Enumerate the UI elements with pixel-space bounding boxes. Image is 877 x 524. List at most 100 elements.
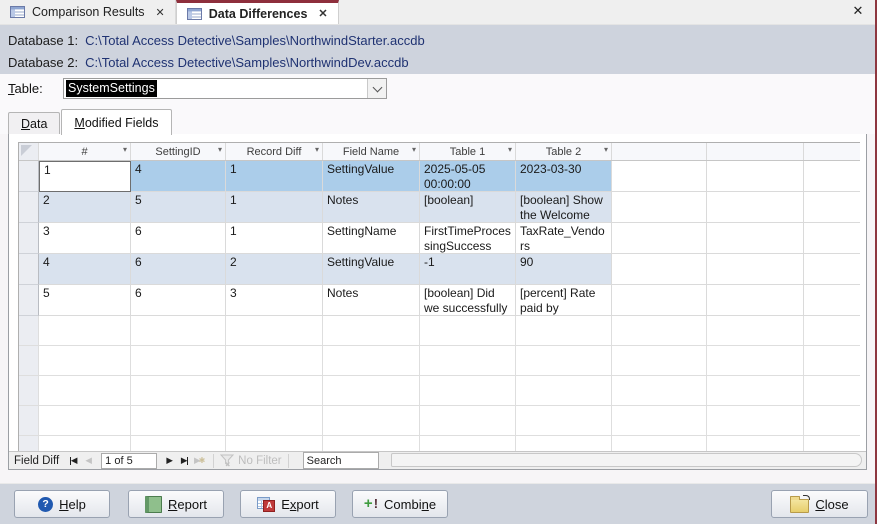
bottom-button-bar: ? Help Report A Export +! Combine Close — [0, 483, 875, 524]
next-record-button[interactable]: ▶ — [162, 455, 177, 466]
column-header-empty — [612, 143, 707, 160]
filter-funnel-icon — [220, 454, 234, 467]
empty-grid-row — [19, 316, 860, 346]
grid-cell-empty — [707, 223, 804, 254]
grid-cell[interactable]: 2 — [39, 192, 131, 223]
view-tab-strip: Data Modified Fields — [0, 106, 875, 134]
row-selector[interactable] — [19, 285, 39, 316]
grid-cell[interactable]: 2025-05-05 00:00:00 — [420, 161, 516, 192]
search-input[interactable] — [303, 452, 379, 469]
tab-modified-fields[interactable]: Modified Fields — [61, 109, 171, 135]
table-selector-row: Table: SystemSettings — [0, 74, 875, 106]
column-header-fieldname[interactable]: Field Name▾ — [323, 143, 420, 160]
grid-cell-empty — [707, 254, 804, 285]
divider — [288, 454, 289, 468]
row-selector[interactable] — [19, 161, 39, 192]
grid-cell[interactable]: -1 — [420, 254, 516, 285]
grid-cell[interactable]: 5 — [131, 192, 226, 223]
column-header-recorddiff[interactable]: Record Diff▾ — [226, 143, 323, 160]
grid-cell[interactable]: SettingName — [323, 223, 420, 254]
tab-data[interactable]: Data — [8, 112, 60, 134]
grid-row-5: 5 6 3 Notes [boolean] Did we successfull… — [19, 285, 860, 316]
grid-cell[interactable]: FirstTimeProcessingSuccess — [420, 223, 516, 254]
tab-comparison-results[interactable]: Comparison Results ✕ — [0, 0, 176, 24]
grid-cell-empty — [804, 285, 860, 316]
combine-button[interactable]: +! Combine — [352, 490, 448, 518]
close-folder-icon — [790, 499, 809, 513]
grid-cell[interactable]: [percent] Rate paid by — [516, 285, 612, 316]
grid-cell[interactable]: SettingValue — [323, 161, 420, 192]
report-button[interactable]: Report — [128, 490, 224, 518]
column-header-number[interactable]: #▾ — [39, 143, 131, 160]
corner-triangle-icon — [21, 145, 32, 156]
datasheet: #▾ SettingID▾ Record Diff▾ Field Name▾ T… — [18, 142, 860, 451]
filter-dropdown-icon[interactable]: ▾ — [412, 145, 416, 154]
tab-close-icon[interactable]: ✕ — [318, 7, 327, 20]
close-button[interactable]: Close — [771, 490, 868, 518]
filter-dropdown-icon[interactable]: ▾ — [604, 145, 608, 154]
horizontal-scrollbar[interactable] — [391, 453, 862, 467]
datasheet-icon — [10, 6, 25, 18]
last-record-button[interactable]: ▶ — [177, 455, 192, 466]
select-all-corner[interactable] — [19, 143, 39, 160]
grid-cell[interactable]: 3 — [226, 285, 323, 316]
database-info-panel: Database 1:C:\Total Access Detective\Sam… — [0, 25, 875, 74]
filter-dropdown-icon[interactable]: ▾ — [508, 145, 512, 154]
grid-cell[interactable]: [boolean] Did we successfully — [420, 285, 516, 316]
grid-cell[interactable]: 5 — [39, 285, 131, 316]
grid-cell-empty — [612, 285, 707, 316]
grid-cell[interactable]: 2 — [226, 254, 323, 285]
grid-cell[interactable]: [boolean] — [420, 192, 516, 223]
grid-cell[interactable]: 1 — [39, 161, 131, 192]
record-position-box[interactable]: 1 of 5 — [101, 453, 157, 469]
grid-cell[interactable]: TaxRate_Vendors — [516, 223, 612, 254]
grid-cell[interactable]: Notes — [323, 285, 420, 316]
filter-dropdown-icon[interactable]: ▾ — [218, 145, 222, 154]
first-record-button[interactable]: ◀ — [66, 455, 81, 466]
table-combobox[interactable]: SystemSettings — [63, 78, 387, 99]
grid-cell[interactable]: [boolean] Show the Welcome — [516, 192, 612, 223]
grid-cell[interactable]: 1 — [226, 161, 323, 192]
filter-dropdown-icon[interactable]: ▾ — [315, 145, 319, 154]
datasheet-container: #▾ SettingID▾ Record Diff▾ Field Name▾ T… — [8, 133, 867, 470]
column-header-settingid[interactable]: SettingID▾ — [131, 143, 226, 160]
window-close-icon[interactable]: ✕ — [850, 3, 866, 19]
help-icon: ? — [38, 497, 53, 512]
grid-cell[interactable]: 3 — [39, 223, 131, 254]
row-selector[interactable] — [19, 254, 39, 285]
grid-cell[interactable]: 4 — [131, 161, 226, 192]
grid-cell[interactable]: 6 — [131, 285, 226, 316]
divider — [213, 454, 214, 468]
grid-cell[interactable]: 90 — [516, 254, 612, 285]
tab-label: Data Differences — [209, 7, 308, 21]
new-record-button[interactable]: ▶✱ — [192, 455, 207, 466]
previous-record-button[interactable]: ◀ — [81, 455, 96, 466]
database1-line: Database 1:C:\Total Access Detective\Sam… — [8, 30, 875, 52]
column-header-table2[interactable]: Table 2▾ — [516, 143, 612, 160]
database2-label: Database 2: — [8, 55, 78, 70]
export-button[interactable]: A Export — [240, 490, 336, 518]
tab-label: Comparison Results — [32, 5, 145, 19]
grid-cell[interactable]: 6 — [131, 254, 226, 285]
grid-row-2: 2 5 1 Notes [boolean] [boolean] Show the… — [19, 192, 860, 223]
grid-header-row: #▾ SettingID▾ Record Diff▾ Field Name▾ T… — [19, 143, 860, 161]
grid-cell[interactable]: 4 — [39, 254, 131, 285]
grid-cell[interactable]: Notes — [323, 192, 420, 223]
empty-grid-row — [19, 406, 860, 436]
tab-close-icon[interactable]: ✕ — [156, 6, 165, 19]
help-button[interactable]: ? Help — [14, 490, 110, 518]
empty-grid-row — [19, 346, 860, 376]
filter-dropdown-icon[interactable]: ▾ — [123, 145, 127, 154]
grid-cell[interactable]: 6 — [131, 223, 226, 254]
grid-cell-empty — [804, 254, 860, 285]
grid-cell[interactable]: 2023-03-30 — [516, 161, 612, 192]
row-selector[interactable] — [19, 223, 39, 254]
grid-cell[interactable]: 1 — [226, 192, 323, 223]
filter-status[interactable]: No Filter — [220, 454, 281, 467]
tab-data-differences[interactable]: Data Differences ✕ — [176, 0, 339, 24]
row-selector[interactable] — [19, 192, 39, 223]
combobox-dropdown-button[interactable] — [367, 79, 386, 98]
grid-cell[interactable]: SettingValue — [323, 254, 420, 285]
column-header-table1[interactable]: Table 1▾ — [420, 143, 516, 160]
grid-cell[interactable]: 1 — [226, 223, 323, 254]
